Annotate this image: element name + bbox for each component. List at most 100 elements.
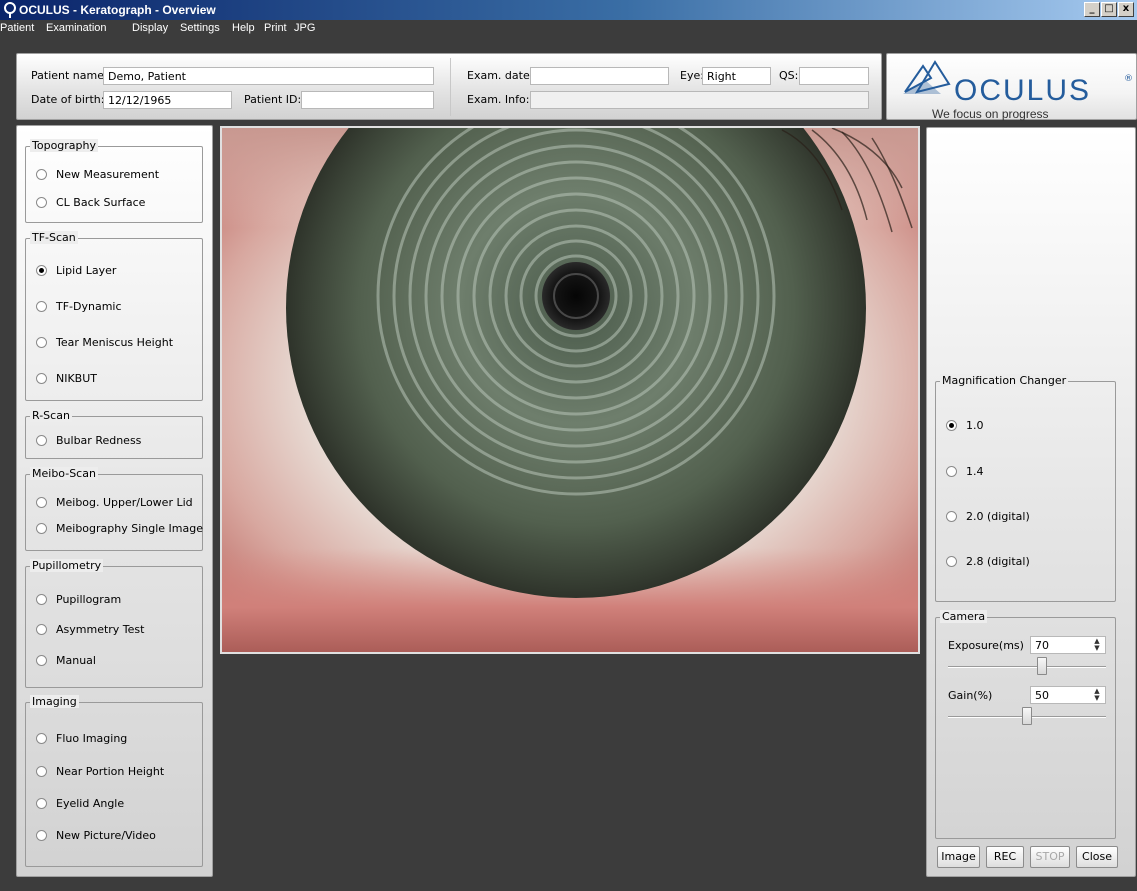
exposure-spinbox[interactable]: 70 ▲ ▼: [1030, 636, 1106, 654]
radio-dot-icon: [946, 420, 957, 431]
oculus-logo-icon: [903, 60, 951, 94]
exam-info-label: Exam. Info:: [467, 93, 530, 106]
radio-label: 1.4: [966, 465, 984, 478]
eye-image: [222, 128, 918, 652]
exposure-value: 70: [1035, 639, 1049, 652]
gain-value: 50: [1035, 689, 1049, 702]
radio-dot-icon: [36, 435, 47, 446]
image-button[interactable]: Image: [937, 846, 980, 868]
rec-button[interactable]: REC: [986, 846, 1024, 868]
radio-label: Manual: [56, 654, 96, 667]
meibo-scan-group: Meibo-Scan Meibog. Upper/Lower Lid Meibo…: [25, 467, 203, 551]
exam-info-field[interactable]: [530, 91, 869, 109]
exposure-label: Exposure(ms): [948, 639, 1024, 652]
menu-display[interactable]: Display: [132, 22, 168, 34]
radio-dot-icon: [946, 556, 957, 567]
radio-label: 1.0: [966, 419, 984, 432]
patient-id-field[interactable]: [301, 91, 434, 109]
menu-bar: Patient Examination Display Settings Hel…: [0, 20, 1137, 38]
radio-dot-icon: [36, 523, 47, 534]
exam-date-field[interactable]: [530, 67, 669, 85]
menu-print[interactable]: Print: [264, 22, 287, 34]
exposure-slider-handle[interactable]: [1036, 657, 1047, 675]
menu-settings[interactable]: Settings: [180, 22, 220, 34]
window-title: OCULUS - Keratograph - Overview: [19, 3, 216, 17]
patient-id-label: Patient ID:: [244, 93, 302, 106]
dob-field[interactable]: 12/12/1965: [103, 91, 232, 109]
menu-patient[interactable]: Patient: [0, 22, 34, 34]
radio-label: CL Back Surface: [56, 196, 146, 209]
eye-field[interactable]: Right: [702, 67, 771, 85]
pupillometry-title: Pupillometry: [30, 559, 104, 572]
radio-dot-icon: [36, 798, 47, 809]
radio-dot-icon: [36, 766, 47, 777]
camera-title: Camera: [940, 610, 988, 623]
exam-date-label: Exam. date:: [467, 69, 534, 82]
registered-mark: ®: [1124, 74, 1133, 84]
tf-scan-title: TF-Scan: [30, 231, 78, 244]
close-button[interactable]: Close: [1076, 846, 1118, 868]
patient-header-panel: Patient name: Demo, Patient Date of birt…: [16, 53, 882, 120]
examination-panel: Topography New Measurement CL Back Surfa…: [16, 125, 213, 877]
radio-label: TF-Dynamic: [56, 300, 122, 313]
gain-spinbox[interactable]: 50 ▲ ▼: [1030, 686, 1106, 704]
radio-dot-icon: [946, 511, 957, 522]
radio-label: Near Portion Height: [56, 765, 165, 778]
menu-jpg[interactable]: JPG: [294, 22, 315, 34]
patient-name-field[interactable]: Demo, Patient: [103, 67, 434, 85]
gain-slider-handle[interactable]: [1022, 707, 1032, 725]
radio-label: Bulbar Redness: [56, 434, 142, 447]
minimize-button[interactable]: _: [1084, 2, 1100, 17]
maximize-button[interactable]: □: [1101, 2, 1117, 17]
stop-button[interactable]: STOP: [1030, 846, 1070, 868]
radio-dot-icon: [36, 373, 47, 384]
pupillometry-group: Pupillometry Pupillogram Asymmetry Test …: [25, 559, 203, 688]
radio-label: Meibog. Upper/Lower Lid: [56, 496, 193, 509]
radio-dot-icon: [36, 197, 47, 208]
radio-label: Tear Meniscus Height: [56, 336, 174, 349]
dob-label: Date of birth:: [31, 93, 105, 106]
radio-dot-icon: [36, 594, 47, 605]
radio-dot-icon: [36, 655, 47, 666]
menu-examination[interactable]: Examination: [46, 22, 107, 34]
radio-label: 2.0 (digital): [966, 510, 1030, 523]
radio-dot-icon: [36, 265, 47, 276]
imaging-group: Imaging Fluo Imaging Near Portion Height…: [25, 695, 203, 867]
oculus-brand-text: OCULUS: [954, 74, 1092, 107]
right-control-panel: Magnification Changer 1.0 1.4 2.0 (digit…: [926, 127, 1136, 877]
eye-camera-view[interactable]: [220, 126, 920, 654]
radio-dot-icon: [36, 733, 47, 744]
menu-help[interactable]: Help: [232, 22, 255, 34]
oculus-logo-panel: OCULUS ® We focus on progress: [886, 53, 1137, 121]
spin-down-icon[interactable]: ▼: [1091, 695, 1103, 702]
imaging-title: Imaging: [30, 695, 79, 708]
r-scan-group: R-Scan Bulbar Redness: [25, 409, 203, 459]
patient-name-label: Patient name:: [31, 69, 108, 82]
topography-group: Topography New Measurement CL Back Surfa…: [25, 139, 203, 223]
radio-dot-icon: [36, 169, 47, 180]
meibo-scan-title: Meibo-Scan: [30, 467, 98, 480]
tf-scan-group: TF-Scan Lipid Layer TF-Dynamic Tear Meni…: [25, 231, 203, 401]
radio-label: Pupillogram: [56, 593, 122, 606]
exposure-slider-track[interactable]: [948, 666, 1106, 668]
topography-title: Topography: [30, 139, 99, 152]
radio-label: Eyelid Angle: [56, 797, 125, 810]
logo-slogan: We focus on progress: [932, 107, 1049, 121]
eye-label: Eye:: [680, 69, 704, 82]
magnification-changer-group: Magnification Changer 1.0 1.4 2.0 (digit…: [935, 374, 1116, 602]
close-window-button[interactable]: x: [1118, 2, 1134, 17]
radio-label: New Picture/Video: [56, 829, 156, 842]
qs-field[interactable]: [799, 67, 869, 85]
spin-down-icon[interactable]: ▼: [1091, 645, 1103, 652]
radio-label: Asymmetry Test: [56, 623, 145, 636]
radio-label: Fluo Imaging: [56, 732, 128, 745]
radio-dot-icon: [36, 830, 47, 841]
oculus-eye-icon: [4, 2, 16, 18]
radio-dot-icon: [36, 301, 47, 312]
radio-label: NIKBUT: [56, 372, 98, 385]
camera-group: Camera Exposure(ms) 70 ▲ ▼ Gain(%) 50 ▲ …: [935, 610, 1116, 839]
radio-label: Lipid Layer: [56, 264, 117, 277]
gain-label: Gain(%): [948, 689, 993, 702]
r-scan-title: R-Scan: [30, 409, 72, 422]
radio-dot-icon: [946, 466, 957, 477]
